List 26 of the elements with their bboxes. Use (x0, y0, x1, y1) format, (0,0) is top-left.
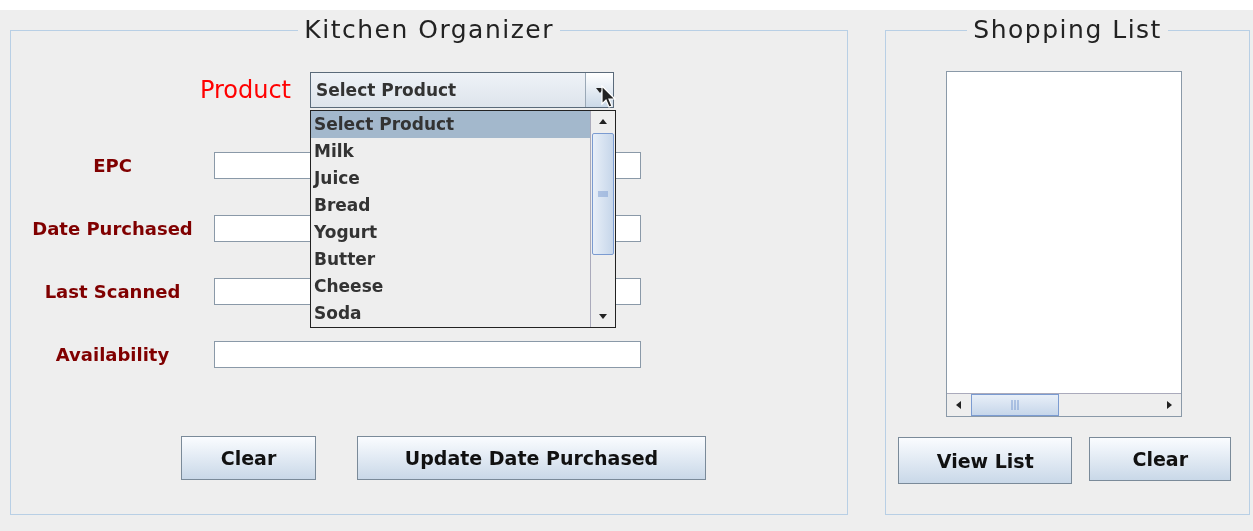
dropdown-option[interactable]: Soda (311, 300, 590, 327)
dropdown-option[interactable]: Yogurt (311, 219, 590, 246)
scroll-up-icon (598, 117, 608, 127)
action-button[interactable]: Clear (181, 436, 316, 480)
pointer-icon (601, 85, 617, 109)
action-button[interactable]: Clear (1089, 437, 1232, 481)
panel-title: Shopping List (972, 15, 1163, 45)
field-label: Availability (54, 344, 171, 365)
text-field[interactable] (214, 341, 641, 368)
field-label: EPC (92, 155, 133, 176)
scroll-down-icon (598, 311, 608, 321)
action-button[interactable]: View List (898, 437, 1073, 484)
field-label: Date Purchased (31, 218, 194, 239)
dropdown-option[interactable]: Milk (311, 138, 590, 165)
scrollbar-thumb[interactable] (971, 394, 1060, 416)
shopping-list-box[interactable] (946, 71, 1183, 417)
dropdown-option[interactable]: Select Product (311, 111, 590, 138)
dropdown-option[interactable]: Bread (311, 192, 590, 219)
action-button[interactable]: Update Date Purchased (357, 436, 706, 480)
field-label: Last Scanned (43, 281, 182, 302)
scrollbar-thumb[interactable] (592, 133, 614, 255)
dropdown-option[interactable]: Juice (311, 165, 590, 192)
dropdown-option[interactable]: Cheese (311, 273, 590, 300)
panel-title: Kitchen Organizer (303, 15, 555, 45)
dropdown-option[interactable]: Butter (311, 246, 590, 273)
field-label: Product (198, 76, 291, 104)
